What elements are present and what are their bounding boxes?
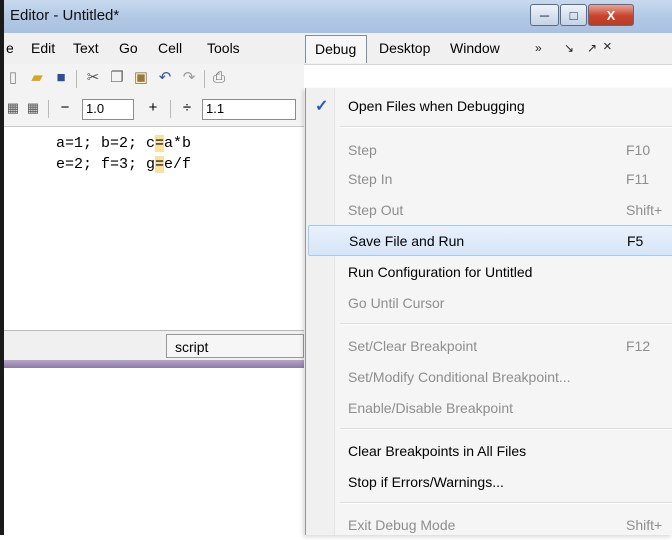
redo-icon[interactable]: ↷ [180,69,198,87]
menu-desktop[interactable]: Desktop [379,40,430,56]
code-editor[interactable]: a=1; b=2; c=a*b e=2; f=3; g=e/f [4,127,304,327]
minimize-button[interactable]: ─ [530,4,559,26]
menu-item-shortcut: F11 [626,171,650,187]
toolbar-main: ▯ ▰ ■ ✂ ❐ ▣ ↶ ↷ ⎙ [4,64,304,94]
menu-item-exit-debug-mode[interactable]: Exit Debug Mode Shift+ [306,509,672,540]
menu-item-step-in[interactable]: Step In F11 [306,163,672,194]
menu-separator [340,428,672,430]
menu-separator [340,502,672,504]
close-button[interactable]: X [588,4,634,26]
menu-text[interactable]: Text [73,40,99,56]
menu-item-go-until-cursor[interactable]: Go Until Cursor [306,287,672,318]
toolbar-cell: ▦ ▦ − 1.0 + ÷ 1.1 [4,94,304,127]
debug-menu-dropdown: ✓ Open Files when Debugging Step F10 Ste… [305,88,672,535]
menu-item-label: Enable/Disable Breakpoint [348,400,513,416]
window-title: Editor - Untitled* [10,7,120,24]
menu-cell[interactable]: Cell [158,40,182,56]
menu-item-label: Set/Modify Conditional Breakpoint... [348,369,571,385]
menu-file[interactable]: e [6,40,14,56]
menu-item-conditional-breakpoint[interactable]: Set/Modify Conditional Breakpoint... [306,361,672,392]
menu-item-label: Open Files when Debugging [348,98,525,114]
code-text: e/f [164,156,192,173]
code-highlight: = [155,135,165,152]
menu-item-save-file-and-run[interactable]: Save File and Run F5 [308,225,672,256]
code-text: a=1; b=2; c [56,135,156,152]
code-line[interactable]: e=2; f=3; g=e/f [56,156,191,173]
paste-icon[interactable]: ▣ [132,69,150,87]
cell-eval-icon[interactable]: ▦ [4,99,22,117]
menu-item-label: Exit Debug Mode [348,517,456,533]
menu-item-shortcut: Shift+ [626,202,663,218]
dock-icon[interactable]: ↘ [564,41,574,55]
menu-tools[interactable]: Tools [207,40,240,56]
maximize-button[interactable]: □ [560,4,587,26]
menu-item-label: Clear Breakpoints in All Files [348,443,527,459]
code-text: a*b [164,135,192,152]
menu-item-step-out[interactable]: Step Out Shift+ [306,194,672,225]
menu-item-shortcut: F12 [626,338,651,354]
status-bar: script [4,330,304,361]
menu-go[interactable]: Go [119,40,138,56]
menu-debug-label: Debug [315,41,357,57]
menu-bar: e Edit Text Go Cell Tools Debug Desktop … [4,33,672,65]
status-mode: script [175,339,209,355]
menu-item-label: Step In [348,171,393,187]
toolbar-divider [170,100,171,118]
menu-item-stop-if-errors[interactable]: Stop if Errors/Warnings... [306,466,672,497]
decrement-value-input[interactable]: 1.0 [82,99,134,120]
save-icon[interactable]: ■ [52,69,70,87]
menu-item-open-files-when-debugging[interactable]: ✓ Open Files when Debugging [306,90,672,121]
checkmark-icon: ✓ [315,98,329,115]
undock-icon[interactable]: ↗ [587,41,597,55]
cut-icon[interactable]: ✂ [84,69,102,87]
menu-item-label: Go Until Cursor [348,295,445,311]
overflow-icon[interactable]: » [535,41,542,55]
toolbar-divider [48,100,49,118]
new-file-icon[interactable]: ▯ [4,69,22,87]
menu-item-run-configuration[interactable]: Run Configuration for Untitled [306,256,672,287]
menu-item-clear-breakpoints[interactable]: Clear Breakpoints in All Files [306,435,672,466]
decrement-icon[interactable]: − [56,99,74,117]
open-folder-icon[interactable]: ▰ [28,69,46,87]
menu-item-shortcut: F10 [626,142,651,158]
print-icon[interactable]: ⎙ [210,69,228,87]
menu-item-shortcut: F5 [627,233,644,249]
menu-item-shortcut: Shift+ [626,517,663,533]
undo-icon[interactable]: ↶ [156,69,174,87]
title-bar[interactable]: Editor - Untitled* ─ □ X [4,0,672,34]
window-bottom-border [4,360,304,368]
menu-item-label: Step [348,142,377,158]
menu-item-enable-disable-breakpoint[interactable]: Enable/Disable Breakpoint [306,392,672,423]
menu-close-icon[interactable]: × [603,38,612,55]
divide-icon[interactable]: ÷ [178,99,196,117]
copy-icon[interactable]: ❐ [108,69,126,87]
divide-value-input[interactable]: 1.1 [202,99,296,120]
menu-item-label: Step Out [348,202,404,218]
menu-item-label: Run Configuration for Untitled [348,264,533,280]
menu-item-set-clear-breakpoint[interactable]: Set/Clear Breakpoint F12 [306,330,672,361]
menu-edit[interactable]: Edit [31,40,55,56]
menu-window[interactable]: Window [450,40,500,56]
code-text: e=2; f=3; g [56,156,156,173]
code-highlight: = [155,156,165,173]
menu-separator [340,323,672,325]
increment-icon[interactable]: + [144,99,162,117]
code-line[interactable]: a=1; b=2; c=a*b [56,135,191,152]
menu-debug[interactable]: Debug [305,35,367,63]
menu-item-label: Save File and Run [349,233,465,249]
menu-item-label: Set/Clear Breakpoint [348,338,478,354]
menu-item-step[interactable]: Step F10 [306,134,672,165]
cell-advance-icon[interactable]: ▦ [24,99,42,117]
status-mode-cell: script [166,334,304,358]
toolbar-divider [204,70,205,88]
menu-item-label: Stop if Errors/Warnings... [348,474,504,490]
toolbar-divider [76,70,77,88]
menu-separator [340,126,672,128]
